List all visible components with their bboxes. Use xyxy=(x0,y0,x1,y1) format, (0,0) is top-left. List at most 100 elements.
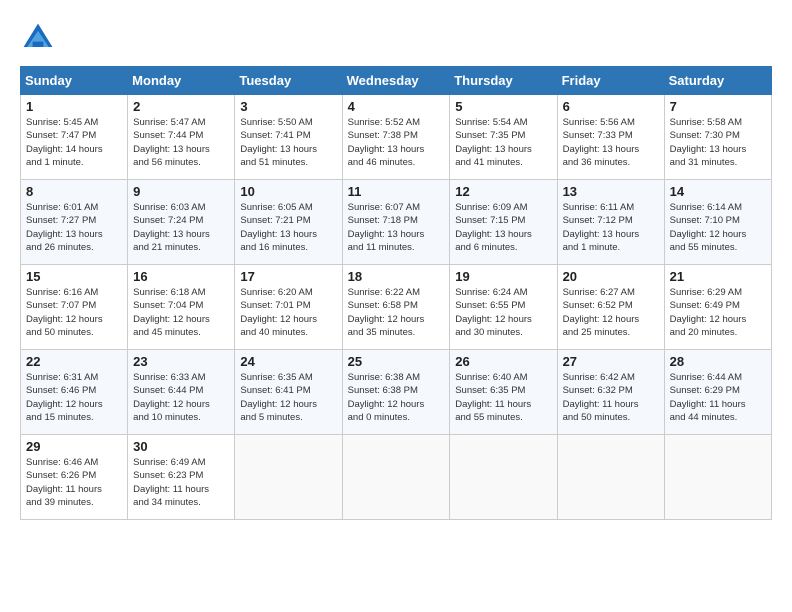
day-cell: 23 Sunrise: 6:33 AM Sunset: 6:44 PM Dayli… xyxy=(128,350,235,435)
day-info: Sunrise: 6:35 AM Sunset: 6:41 PM Dayligh… xyxy=(240,371,336,424)
weekday-header-monday: Monday xyxy=(128,67,235,95)
day-info: Sunrise: 6:14 AM Sunset: 7:10 PM Dayligh… xyxy=(670,201,766,254)
weekday-header-thursday: Thursday xyxy=(450,67,557,95)
day-cell: 19Sunrise: 6:24 AM Sunset: 6:55 PM Dayli… xyxy=(450,265,557,350)
day-info: Sunrise: 6:33 AM Sunset: 6:44 PM Dayligh… xyxy=(133,371,229,424)
day-number: 28 xyxy=(670,354,766,369)
day-cell: 12 Sunrise: 6:09 AM Sunset: 7:15 PM Dayli… xyxy=(450,180,557,265)
day-cell: 1 Sunrise: 5:45 AM Sunset: 7:47 PM Daylig… xyxy=(21,95,128,180)
day-info: Sunrise: 6:38 AM Sunset: 6:38 PM Dayligh… xyxy=(348,371,445,424)
day-cell: 10Sunrise: 6:05 AM Sunset: 7:21 PM Dayli… xyxy=(235,180,342,265)
day-cell: 13 Sunrise: 6:11 AM Sunset: 7:12 PM Dayli… xyxy=(557,180,664,265)
day-cell: 15Sunrise: 6:16 AM Sunset: 7:07 PM Dayli… xyxy=(21,265,128,350)
day-number: 29 xyxy=(26,439,122,454)
day-info: Sunrise: 6:40 AM Sunset: 6:35 PM Dayligh… xyxy=(455,371,551,424)
calendar: SundayMondayTuesdayWednesdayThursdayFrid… xyxy=(20,66,772,520)
week-row-1: 1 Sunrise: 5:45 AM Sunset: 7:47 PM Daylig… xyxy=(21,95,772,180)
weekday-header-saturday: Saturday xyxy=(664,67,771,95)
day-number: 12 xyxy=(455,184,551,199)
day-number: 9 xyxy=(133,184,229,199)
day-cell: 6 Sunrise: 5:56 AM Sunset: 7:33 PM Daylig… xyxy=(557,95,664,180)
day-info: Sunrise: 6:03 AM Sunset: 7:24 PM Dayligh… xyxy=(133,201,229,254)
day-cell: 28 Sunrise: 6:44 AM Sunset: 6:29 PM Dayli… xyxy=(664,350,771,435)
day-number: 10 xyxy=(240,184,336,199)
calendar-body: 1 Sunrise: 5:45 AM Sunset: 7:47 PM Daylig… xyxy=(21,95,772,520)
day-info: Sunrise: 5:50 AM Sunset: 7:41 PM Dayligh… xyxy=(240,116,336,169)
day-info: Sunrise: 6:18 AM Sunset: 7:04 PM Dayligh… xyxy=(133,286,229,339)
day-cell: 5 Sunrise: 5:54 AM Sunset: 7:35 PM Daylig… xyxy=(450,95,557,180)
day-info: Sunrise: 6:22 AM Sunset: 6:58 PM Dayligh… xyxy=(348,286,445,339)
day-number: 26 xyxy=(455,354,551,369)
week-row-5: 29 Sunrise: 6:46 AM Sunset: 6:26 PM Dayli… xyxy=(21,435,772,520)
day-cell xyxy=(450,435,557,520)
day-number: 25 xyxy=(348,354,445,369)
day-cell: 26 Sunrise: 6:40 AM Sunset: 6:35 PM Dayli… xyxy=(450,350,557,435)
day-number: 3 xyxy=(240,99,336,114)
day-info: Sunrise: 5:52 AM Sunset: 7:38 PM Dayligh… xyxy=(348,116,445,169)
day-info: Sunrise: 6:31 AM Sunset: 6:46 PM Dayligh… xyxy=(26,371,122,424)
day-info: Sunrise: 6:20 AM Sunset: 7:01 PM Dayligh… xyxy=(240,286,336,339)
day-info: Sunrise: 6:01 AM Sunset: 7:27 PM Dayligh… xyxy=(26,201,122,254)
logo xyxy=(20,20,62,56)
day-number: 23 xyxy=(133,354,229,369)
day-number: 19 xyxy=(455,269,551,284)
day-info: Sunrise: 5:45 AM Sunset: 7:47 PM Dayligh… xyxy=(26,116,122,169)
weekday-header-sunday: Sunday xyxy=(21,67,128,95)
day-cell: 16 Sunrise: 6:18 AM Sunset: 7:04 PM Dayli… xyxy=(128,265,235,350)
day-info: Sunrise: 6:46 AM Sunset: 6:26 PM Dayligh… xyxy=(26,456,122,509)
day-number: 13 xyxy=(563,184,659,199)
day-number: 18 xyxy=(348,269,445,284)
logo-icon xyxy=(20,20,56,56)
day-cell: 17 Sunrise: 6:20 AM Sunset: 7:01 PM Dayli… xyxy=(235,265,342,350)
day-number: 15 xyxy=(26,269,122,284)
day-number: 14 xyxy=(670,184,766,199)
day-cell: 27 Sunrise: 6:42 AM Sunset: 6:32 PM Dayli… xyxy=(557,350,664,435)
day-info: Sunrise: 5:54 AM Sunset: 7:35 PM Dayligh… xyxy=(455,116,551,169)
day-cell xyxy=(235,435,342,520)
day-number: 24 xyxy=(240,354,336,369)
day-info: Sunrise: 5:56 AM Sunset: 7:33 PM Dayligh… xyxy=(563,116,659,169)
day-number: 5 xyxy=(455,99,551,114)
day-number: 21 xyxy=(670,269,766,284)
day-cell: 11Sunrise: 6:07 AM Sunset: 7:18 PM Dayli… xyxy=(342,180,450,265)
weekday-header-friday: Friday xyxy=(557,67,664,95)
day-number: 11 xyxy=(348,184,445,199)
day-number: 6 xyxy=(563,99,659,114)
day-cell: 20 Sunrise: 6:27 AM Sunset: 6:52 PM Dayli… xyxy=(557,265,664,350)
day-info: Sunrise: 6:29 AM Sunset: 6:49 PM Dayligh… xyxy=(670,286,766,339)
day-cell: 25 Sunrise: 6:38 AM Sunset: 6:38 PM Dayli… xyxy=(342,350,450,435)
day-number: 16 xyxy=(133,269,229,284)
day-cell xyxy=(664,435,771,520)
day-cell: 29 Sunrise: 6:46 AM Sunset: 6:26 PM Dayli… xyxy=(21,435,128,520)
week-row-2: 8 Sunrise: 6:01 AM Sunset: 7:27 PM Daylig… xyxy=(21,180,772,265)
day-number: 17 xyxy=(240,269,336,284)
day-cell: 7 Sunrise: 5:58 AM Sunset: 7:30 PM Daylig… xyxy=(664,95,771,180)
week-row-3: 15Sunrise: 6:16 AM Sunset: 7:07 PM Dayli… xyxy=(21,265,772,350)
day-info: Sunrise: 5:47 AM Sunset: 7:44 PM Dayligh… xyxy=(133,116,229,169)
day-cell: 4Sunrise: 5:52 AM Sunset: 7:38 PM Daylig… xyxy=(342,95,450,180)
day-cell: 9 Sunrise: 6:03 AM Sunset: 7:24 PM Daylig… xyxy=(128,180,235,265)
day-info: Sunrise: 6:42 AM Sunset: 6:32 PM Dayligh… xyxy=(563,371,659,424)
day-number: 30 xyxy=(133,439,229,454)
day-info: Sunrise: 6:44 AM Sunset: 6:29 PM Dayligh… xyxy=(670,371,766,424)
day-number: 7 xyxy=(670,99,766,114)
day-cell: 18 Sunrise: 6:22 AM Sunset: 6:58 PM Dayli… xyxy=(342,265,450,350)
day-info: Sunrise: 6:09 AM Sunset: 7:15 PM Dayligh… xyxy=(455,201,551,254)
day-cell: 21 Sunrise: 6:29 AM Sunset: 6:49 PM Dayli… xyxy=(664,265,771,350)
weekday-header-tuesday: Tuesday xyxy=(235,67,342,95)
day-info: Sunrise: 5:58 AM Sunset: 7:30 PM Dayligh… xyxy=(670,116,766,169)
day-number: 27 xyxy=(563,354,659,369)
day-cell: 8 Sunrise: 6:01 AM Sunset: 7:27 PM Daylig… xyxy=(21,180,128,265)
day-info: Sunrise: 6:49 AM Sunset: 6:23 PM Dayligh… xyxy=(133,456,229,509)
day-cell xyxy=(342,435,450,520)
day-number: 20 xyxy=(563,269,659,284)
day-cell: 22Sunrise: 6:31 AM Sunset: 6:46 PM Dayli… xyxy=(21,350,128,435)
header xyxy=(20,20,772,56)
day-info: Sunrise: 6:27 AM Sunset: 6:52 PM Dayligh… xyxy=(563,286,659,339)
week-row-4: 22Sunrise: 6:31 AM Sunset: 6:46 PM Dayli… xyxy=(21,350,772,435)
weekday-header-wednesday: Wednesday xyxy=(342,67,450,95)
day-cell: 2Sunrise: 5:47 AM Sunset: 7:44 PM Daylig… xyxy=(128,95,235,180)
day-info: Sunrise: 6:11 AM Sunset: 7:12 PM Dayligh… xyxy=(563,201,659,254)
day-number: 8 xyxy=(26,184,122,199)
day-number: 1 xyxy=(26,99,122,114)
